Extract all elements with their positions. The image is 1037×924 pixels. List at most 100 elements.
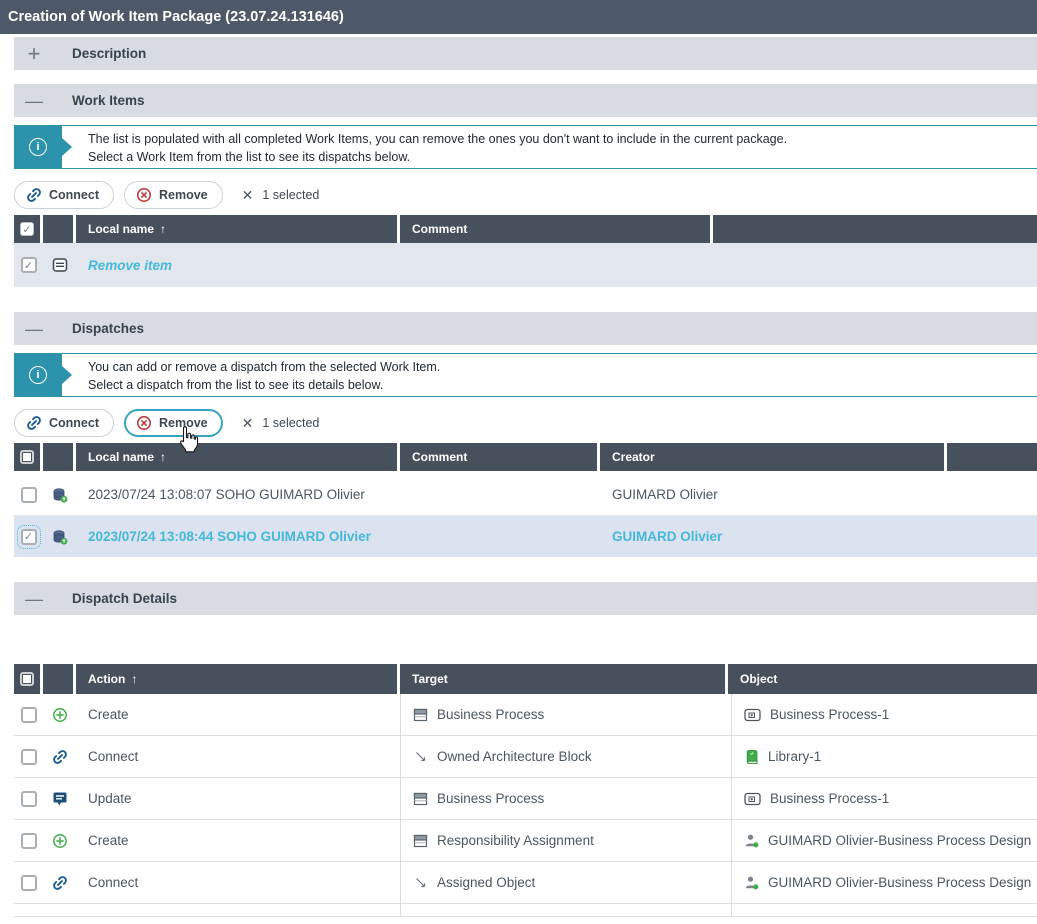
collapse-minus-icon[interactable]: — <box>23 588 45 610</box>
select-all-checkbox[interactable]: ✓ <box>20 222 34 236</box>
sort-ascending-icon: ↑ <box>160 222 166 236</box>
window-title-bar: Creation of Work Item Package (23.07.24.… <box>0 0 1037 34</box>
connect-button[interactable]: Connect <box>14 181 114 209</box>
row-checkbox[interactable] <box>21 749 37 765</box>
column-label: Comment <box>412 222 467 236</box>
work-items-info-text: The list is populated with all completed… <box>62 125 1037 169</box>
dispatch-row[interactable]: 2023/07/24 13:08:07 SOHO GUIMARD Olivier… <box>14 474 1037 516</box>
section-header-description[interactable]: + Description <box>14 37 1037 70</box>
section-label-dispatch-details: Dispatch Details <box>72 591 177 606</box>
info-arrow-icon <box>62 138 72 156</box>
column-header-target[interactable]: Target <box>400 664 725 694</box>
action-label: Update <box>88 791 132 806</box>
update-note-icon <box>52 791 68 807</box>
column-header-object[interactable]: Object <box>728 664 1037 694</box>
row-checkbox[interactable]: ✓ <box>21 529 37 545</box>
work-item-row[interactable]: ✓ Remove item <box>14 243 1037 287</box>
work-item-name[interactable]: Remove item <box>88 258 172 273</box>
process-frame-icon <box>744 791 761 807</box>
page-title: Creation of Work Item Package (23.07.24.… <box>8 9 344 25</box>
row-checkbox[interactable]: ✓ <box>21 257 37 273</box>
action-label: Connect <box>88 875 138 890</box>
indeterminate-mark <box>23 675 31 683</box>
row-checkbox[interactable] <box>21 791 37 807</box>
column-label: Creator <box>612 450 655 464</box>
remove-circle-icon <box>136 187 152 203</box>
link-icon <box>52 875 68 891</box>
info-badge: i <box>14 353 62 397</box>
connect-button[interactable]: Connect <box>14 409 114 437</box>
select-all-checkbox[interactable] <box>20 450 34 464</box>
header-checkbox-cell <box>14 443 40 471</box>
selected-count-label: 1 selected <box>262 416 319 430</box>
dispatch-row-selected[interactable]: ✓ 2023/07/24 13:08:44 SOHO GUIMARD Olivi… <box>14 516 1037 557</box>
create-plus-icon <box>52 833 68 849</box>
work-items-info-box: i The list is populated with all complet… <box>14 125 1037 169</box>
sort-ascending-icon: ↑ <box>131 672 137 686</box>
dispatch-detail-row[interactable]: Create Responsibility Assignment GUIMARD… <box>14 820 1037 862</box>
action-label: Create <box>88 833 129 848</box>
column-label: Local name <box>88 222 154 236</box>
info-arrow-icon <box>62 366 72 384</box>
dispatch-name[interactable]: 2023/07/24 13:08:44 SOHO GUIMARD Olivier <box>88 529 371 544</box>
info-icon: i <box>29 366 47 384</box>
remove-button-label: Remove <box>159 416 208 430</box>
table-grid-icon <box>413 707 428 723</box>
row-checkbox[interactable] <box>21 833 37 849</box>
column-header-comment[interactable]: Comment <box>400 443 597 471</box>
column-label: Local name <box>88 450 154 464</box>
link-icon <box>52 749 68 765</box>
select-all-checkbox[interactable] <box>20 672 34 686</box>
dispatch-detail-row[interactable]: Connect Owned Architecture Block Library… <box>14 736 1037 778</box>
header-icon-cell <box>43 664 73 694</box>
target-label: Assigned Object <box>437 875 535 890</box>
object-label: Business Process-1 <box>770 707 889 722</box>
dispatch-detail-row-partial <box>14 904 1037 917</box>
remove-button-label: Remove <box>159 188 208 202</box>
selection-status: ✕ 1 selected <box>242 415 320 432</box>
object-label: Library-1 <box>768 749 821 764</box>
section-header-work-items[interactable]: — Work Items <box>14 84 1037 117</box>
remove-button[interactable]: Remove <box>124 409 223 437</box>
dispatch-database-icon <box>52 487 68 503</box>
column-header-local-name[interactable]: Local name ↑ <box>76 443 397 471</box>
header-checkbox-cell: ✓ <box>14 215 40 243</box>
dispatch-name[interactable]: 2023/07/24 13:08:07 SOHO GUIMARD Olivier <box>88 487 365 502</box>
object-label: GUIMARD Olivier-Business Process Design <box>768 833 1031 848</box>
work-items-toolbar: Connect Remove ✕ 1 selected <box>14 180 1037 210</box>
target-label: Responsibility Assignment <box>437 833 594 848</box>
section-header-dispatches[interactable]: — Dispatches <box>14 312 1037 345</box>
dispatch-detail-row[interactable]: Create Business Process Business Process… <box>14 694 1037 736</box>
target-label: Business Process <box>437 707 544 722</box>
section-header-dispatch-details[interactable]: — Dispatch Details <box>14 582 1037 615</box>
sort-ascending-icon: ↑ <box>160 450 166 464</box>
expand-plus-icon[interactable]: + <box>23 43 45 65</box>
column-header-comment[interactable]: Comment <box>400 215 710 243</box>
row-checkbox[interactable] <box>21 707 37 723</box>
collapse-minus-icon[interactable]: — <box>23 90 45 112</box>
info-icon: i <box>29 138 47 156</box>
remove-button[interactable]: Remove <box>124 181 223 209</box>
collapse-minus-icon[interactable]: — <box>23 318 45 340</box>
dispatch-detail-row[interactable]: Update Business Process Business Process… <box>14 778 1037 820</box>
link-icon <box>26 415 42 431</box>
column-header-local-name[interactable]: Local name ↑ <box>76 215 397 243</box>
work-items-table-header: ✓ Local name ↑ Comment <box>14 215 1037 243</box>
dispatch-detail-row[interactable]: Connect Assigned Object GUIMARD Olivier-… <box>14 862 1037 904</box>
clear-selection-icon[interactable]: ✕ <box>242 187 254 204</box>
info-line: The list is populated with all completed… <box>88 130 1037 148</box>
row-checkbox[interactable] <box>21 875 37 891</box>
header-icon-cell <box>43 215 73 243</box>
selection-status: ✕ 1 selected <box>242 187 320 204</box>
column-header-action[interactable]: Action ↑ <box>76 664 397 694</box>
column-header-creator[interactable]: Creator <box>600 443 944 471</box>
selected-count-label: 1 selected <box>262 188 319 202</box>
target-label: Business Process <box>437 791 544 806</box>
process-frame-icon <box>744 707 761 723</box>
clear-selection-icon[interactable]: ✕ <box>242 415 254 432</box>
row-checkbox[interactable] <box>21 487 37 503</box>
section-label-work-items: Work Items <box>72 93 145 108</box>
diagonal-arrow-icon <box>413 875 428 891</box>
library-book-icon <box>744 749 759 765</box>
action-label: Connect <box>88 749 138 764</box>
